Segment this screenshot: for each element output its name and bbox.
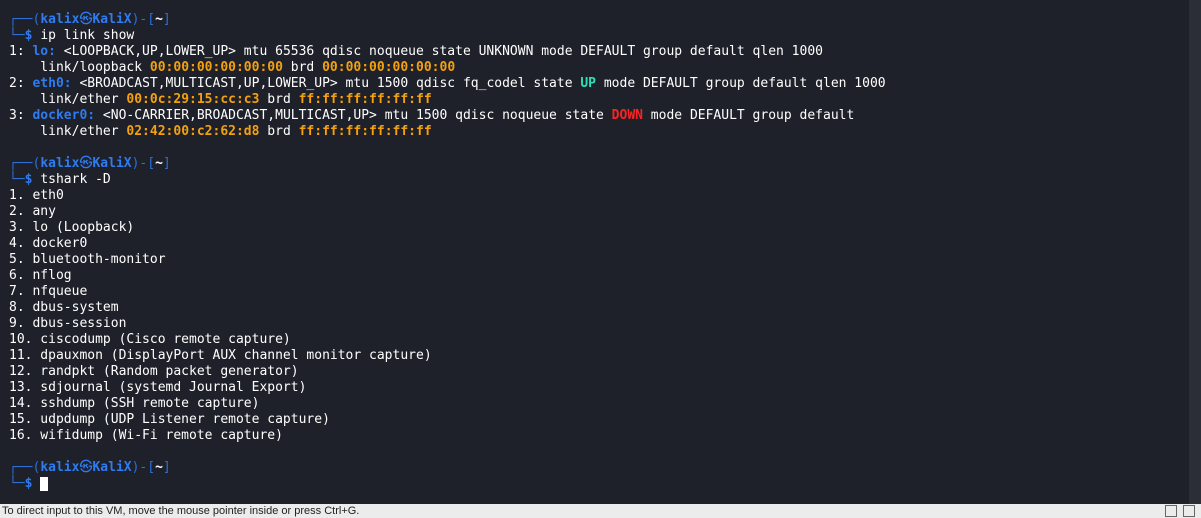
prompt-line: ┌──(kalix㉿KaliX)-[~]	[9, 156, 171, 171]
output-line: link/loopback 00:00:00:00:00:00 brd 00:0…	[9, 60, 456, 75]
list-item: 1. eth0	[9, 188, 64, 203]
list-item: 4. docker0	[9, 236, 88, 251]
command-line: └─$ ip link show	[9, 28, 135, 43]
state-down-badge: DOWN	[611, 108, 643, 123]
list-item: 15. udpdump (UDP Listener remote capture…	[9, 412, 330, 427]
list-item: 9. dbus-session	[9, 316, 127, 331]
list-item: 6. nflog	[9, 268, 72, 283]
output-line: link/ether 02:42:00:c2:62:d8 brd ff:ff:f…	[9, 124, 432, 139]
list-item: 7. nfqueue	[9, 284, 88, 299]
status-text: To direct input to this VM, move the mou…	[2, 505, 360, 517]
prompt-user: kalix	[40, 12, 80, 27]
list-item: 2. any	[9, 204, 56, 219]
command-line: └─$	[9, 476, 1189, 492]
prompt-symbol: ㉿	[79, 12, 93, 27]
list-item: 12. randpkt (Random packet generator)	[9, 364, 299, 379]
list-item: 10. ciscodump (Cisco remote capture)	[9, 332, 291, 347]
scrollbar[interactable]	[1189, 0, 1201, 504]
command-text: tshark -D	[40, 172, 111, 187]
state-up-badge: UP	[580, 76, 597, 91]
output-line: link/ether 00:0c:29:15:cc:c3 brd ff:ff:f…	[9, 92, 432, 107]
command-text: ip link show	[40, 28, 135, 43]
list-item: 11. dpauxmon (DisplayPort AUX channel mo…	[9, 348, 432, 363]
output-line: 2: eth0: <BROADCAST,MULTICAST,UP,LOWER_U…	[9, 76, 886, 91]
list-item: 16. wifidump (Wi-Fi remote capture)	[9, 428, 283, 443]
command-line: └─$ tshark -D	[9, 172, 111, 187]
list-item: 14. sshdump (SSH remote capture)	[9, 396, 260, 411]
list-item: 13. sdjournal (systemd Journal Export)	[9, 380, 307, 395]
cursor-icon	[40, 476, 49, 491]
prompt-host: KaliX	[92, 12, 132, 27]
window-icon[interactable]	[1183, 505, 1195, 517]
prompt-line: ┌──(kalix㉿KaliX)-[~]	[9, 460, 171, 475]
status-icons	[1165, 505, 1195, 517]
list-item: 3. lo (Loopback)	[9, 220, 135, 235]
status-bar: To direct input to this VM, move the mou…	[0, 504, 1201, 518]
prompt-dir: ~	[155, 12, 163, 27]
device-icon[interactable]	[1165, 505, 1177, 517]
terminal-window[interactable]: ┌──(kalix㉿KaliX)-[~] └─$ ip link show 1:…	[0, 0, 1189, 504]
prompt-line: ┌──(kalix㉿KaliX)-[~]	[9, 12, 171, 27]
list-item: 8. dbus-system	[9, 300, 119, 315]
output-line: 1: lo: <LOOPBACK,UP,LOWER_UP> mtu 65536 …	[9, 44, 823, 59]
output-line: 3: docker0: <NO-CARRIER,BROADCAST,MULTIC…	[9, 108, 855, 123]
list-item: 5. bluetooth-monitor	[9, 252, 166, 267]
